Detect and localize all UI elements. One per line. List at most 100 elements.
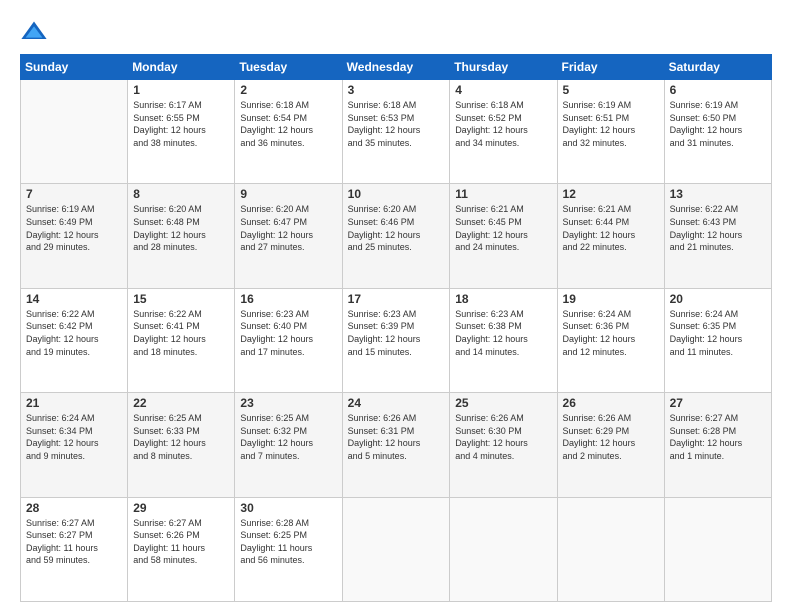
day-number: 26 — [563, 396, 659, 410]
calendar-week-1: 1 Sunrise: 6:17 AM Sunset: 6:55 PM Daylig… — [21, 80, 772, 184]
cell-info: Sunrise: 6:23 AM Sunset: 6:40 PM Dayligh… — [240, 308, 336, 358]
calendar-cell: 27 Sunrise: 6:27 AM Sunset: 6:28 PM Dayli… — [664, 393, 771, 497]
day-number: 17 — [348, 292, 445, 306]
calendar-cell: 7 Sunrise: 6:19 AM Sunset: 6:49 PM Daylig… — [21, 184, 128, 288]
day-number: 13 — [670, 187, 766, 201]
calendar-cell: 18Sunrise: 6:23 AM Sunset: 6:38 PM Dayli… — [450, 288, 557, 392]
calendar-cell: 4 Sunrise: 6:18 AM Sunset: 6:52 PM Daylig… — [450, 80, 557, 184]
calendar-cell: 11 Sunrise: 6:21 AM Sunset: 6:45 PM Dayli… — [450, 184, 557, 288]
weekday-header-friday: Friday — [557, 55, 664, 80]
day-number: 3 — [348, 83, 445, 97]
calendar-cell: 26 Sunrise: 6:26 AM Sunset: 6:29 PM Dayli… — [557, 393, 664, 497]
day-number: 12 — [563, 187, 659, 201]
calendar-table: SundayMondayTuesdayWednesdayThursdayFrid… — [20, 54, 772, 602]
weekday-header-sunday: Sunday — [21, 55, 128, 80]
day-number: 5 — [563, 83, 659, 97]
calendar-header: SundayMondayTuesdayWednesdayThursdayFrid… — [21, 55, 772, 80]
calendar-cell: 8Sunrise: 6:20 AM Sunset: 6:48 PM Daylig… — [128, 184, 235, 288]
day-number: 2 — [240, 83, 336, 97]
cell-info: Sunrise: 6:23 AM Sunset: 6:39 PM Dayligh… — [348, 308, 445, 358]
cell-info: Sunrise: 6:18 AM Sunset: 6:54 PM Dayligh… — [240, 99, 336, 149]
weekday-header-wednesday: Wednesday — [342, 55, 450, 80]
day-number: 15 — [133, 292, 229, 306]
calendar-cell: 21Sunrise: 6:24 AM Sunset: 6:34 PM Dayli… — [21, 393, 128, 497]
cell-info: Sunrise: 6:25 AM Sunset: 6:32 PM Dayligh… — [240, 412, 336, 462]
calendar-cell: 12 Sunrise: 6:21 AM Sunset: 6:44 PM Dayli… — [557, 184, 664, 288]
weekday-row: SundayMondayTuesdayWednesdayThursdayFrid… — [21, 55, 772, 80]
calendar-cell — [450, 497, 557, 601]
cell-info: Sunrise: 6:20 AM Sunset: 6:46 PM Dayligh… — [348, 203, 445, 253]
calendar-cell: 13 Sunrise: 6:22 AM Sunset: 6:43 PM Dayli… — [664, 184, 771, 288]
logo-icon — [20, 18, 48, 46]
cell-info: Sunrise: 6:19 AM Sunset: 6:49 PM Dayligh… — [26, 203, 122, 253]
calendar-week-2: 7 Sunrise: 6:19 AM Sunset: 6:49 PM Daylig… — [21, 184, 772, 288]
cell-info: Sunrise: 6:22 AM Sunset: 6:41 PM Dayligh… — [133, 308, 229, 358]
cell-info: Sunrise: 6:22 AM Sunset: 6:43 PM Dayligh… — [670, 203, 766, 253]
cell-info: Sunrise: 6:19 AM Sunset: 6:50 PM Dayligh… — [670, 99, 766, 149]
day-number: 1 — [133, 83, 229, 97]
day-number: 25 — [455, 396, 551, 410]
cell-info: Sunrise: 6:21 AM Sunset: 6:44 PM Dayligh… — [563, 203, 659, 253]
day-number: 23 — [240, 396, 336, 410]
cell-info: Sunrise: 6:21 AM Sunset: 6:45 PM Dayligh… — [455, 203, 551, 253]
day-number: 6 — [670, 83, 766, 97]
calendar-cell — [21, 80, 128, 184]
cell-info: Sunrise: 6:26 AM Sunset: 6:29 PM Dayligh… — [563, 412, 659, 462]
weekday-header-saturday: Saturday — [664, 55, 771, 80]
weekday-header-thursday: Thursday — [450, 55, 557, 80]
header — [20, 18, 772, 46]
cell-info: Sunrise: 6:24 AM Sunset: 6:36 PM Dayligh… — [563, 308, 659, 358]
day-number: 10 — [348, 187, 445, 201]
calendar-cell: 30Sunrise: 6:28 AM Sunset: 6:25 PM Dayli… — [235, 497, 342, 601]
cell-info: Sunrise: 6:26 AM Sunset: 6:30 PM Dayligh… — [455, 412, 551, 462]
calendar-cell: 9Sunrise: 6:20 AM Sunset: 6:47 PM Daylig… — [235, 184, 342, 288]
cell-info: Sunrise: 6:25 AM Sunset: 6:33 PM Dayligh… — [133, 412, 229, 462]
calendar-cell: 17 Sunrise: 6:23 AM Sunset: 6:39 PM Dayli… — [342, 288, 450, 392]
cell-info: Sunrise: 6:22 AM Sunset: 6:42 PM Dayligh… — [26, 308, 122, 358]
calendar-cell: 22 Sunrise: 6:25 AM Sunset: 6:33 PM Dayli… — [128, 393, 235, 497]
calendar-cell: 6 Sunrise: 6:19 AM Sunset: 6:50 PM Daylig… — [664, 80, 771, 184]
calendar-week-4: 21Sunrise: 6:24 AM Sunset: 6:34 PM Dayli… — [21, 393, 772, 497]
day-number: 28 — [26, 501, 122, 515]
day-number: 22 — [133, 396, 229, 410]
calendar-cell: 29Sunrise: 6:27 AM Sunset: 6:26 PM Dayli… — [128, 497, 235, 601]
cell-info: Sunrise: 6:26 AM Sunset: 6:31 PM Dayligh… — [348, 412, 445, 462]
calendar-cell: 15 Sunrise: 6:22 AM Sunset: 6:41 PM Dayli… — [128, 288, 235, 392]
cell-info: Sunrise: 6:18 AM Sunset: 6:53 PM Dayligh… — [348, 99, 445, 149]
calendar-cell: 3 Sunrise: 6:18 AM Sunset: 6:53 PM Daylig… — [342, 80, 450, 184]
weekday-header-tuesday: Tuesday — [235, 55, 342, 80]
day-number: 8 — [133, 187, 229, 201]
calendar-week-5: 28Sunrise: 6:27 AM Sunset: 6:27 PM Dayli… — [21, 497, 772, 601]
day-number: 9 — [240, 187, 336, 201]
calendar-cell — [557, 497, 664, 601]
day-number: 16 — [240, 292, 336, 306]
day-number: 14 — [26, 292, 122, 306]
cell-info: Sunrise: 6:23 AM Sunset: 6:38 PM Dayligh… — [455, 308, 551, 358]
logo — [20, 18, 52, 46]
day-number: 24 — [348, 396, 445, 410]
calendar-cell — [342, 497, 450, 601]
calendar-cell: 5 Sunrise: 6:19 AM Sunset: 6:51 PM Daylig… — [557, 80, 664, 184]
day-number: 4 — [455, 83, 551, 97]
cell-info: Sunrise: 6:27 AM Sunset: 6:28 PM Dayligh… — [670, 412, 766, 462]
cell-info: Sunrise: 6:24 AM Sunset: 6:35 PM Dayligh… — [670, 308, 766, 358]
calendar-cell: 24 Sunrise: 6:26 AM Sunset: 6:31 PM Dayli… — [342, 393, 450, 497]
day-number: 11 — [455, 187, 551, 201]
calendar-cell: 19Sunrise: 6:24 AM Sunset: 6:36 PM Dayli… — [557, 288, 664, 392]
calendar-cell: 28Sunrise: 6:27 AM Sunset: 6:27 PM Dayli… — [21, 497, 128, 601]
day-number: 29 — [133, 501, 229, 515]
day-number: 20 — [670, 292, 766, 306]
cell-info: Sunrise: 6:28 AM Sunset: 6:25 PM Dayligh… — [240, 517, 336, 567]
cell-info: Sunrise: 6:17 AM Sunset: 6:55 PM Dayligh… — [133, 99, 229, 149]
day-number: 7 — [26, 187, 122, 201]
cell-info: Sunrise: 6:18 AM Sunset: 6:52 PM Dayligh… — [455, 99, 551, 149]
calendar-body: 1 Sunrise: 6:17 AM Sunset: 6:55 PM Daylig… — [21, 80, 772, 602]
cell-info: Sunrise: 6:19 AM Sunset: 6:51 PM Dayligh… — [563, 99, 659, 149]
page: SundayMondayTuesdayWednesdayThursdayFrid… — [0, 0, 792, 612]
weekday-header-monday: Monday — [128, 55, 235, 80]
calendar-cell: 10 Sunrise: 6:20 AM Sunset: 6:46 PM Dayli… — [342, 184, 450, 288]
calendar-week-3: 14 Sunrise: 6:22 AM Sunset: 6:42 PM Dayli… — [21, 288, 772, 392]
day-number: 21 — [26, 396, 122, 410]
calendar-cell — [664, 497, 771, 601]
day-number: 27 — [670, 396, 766, 410]
